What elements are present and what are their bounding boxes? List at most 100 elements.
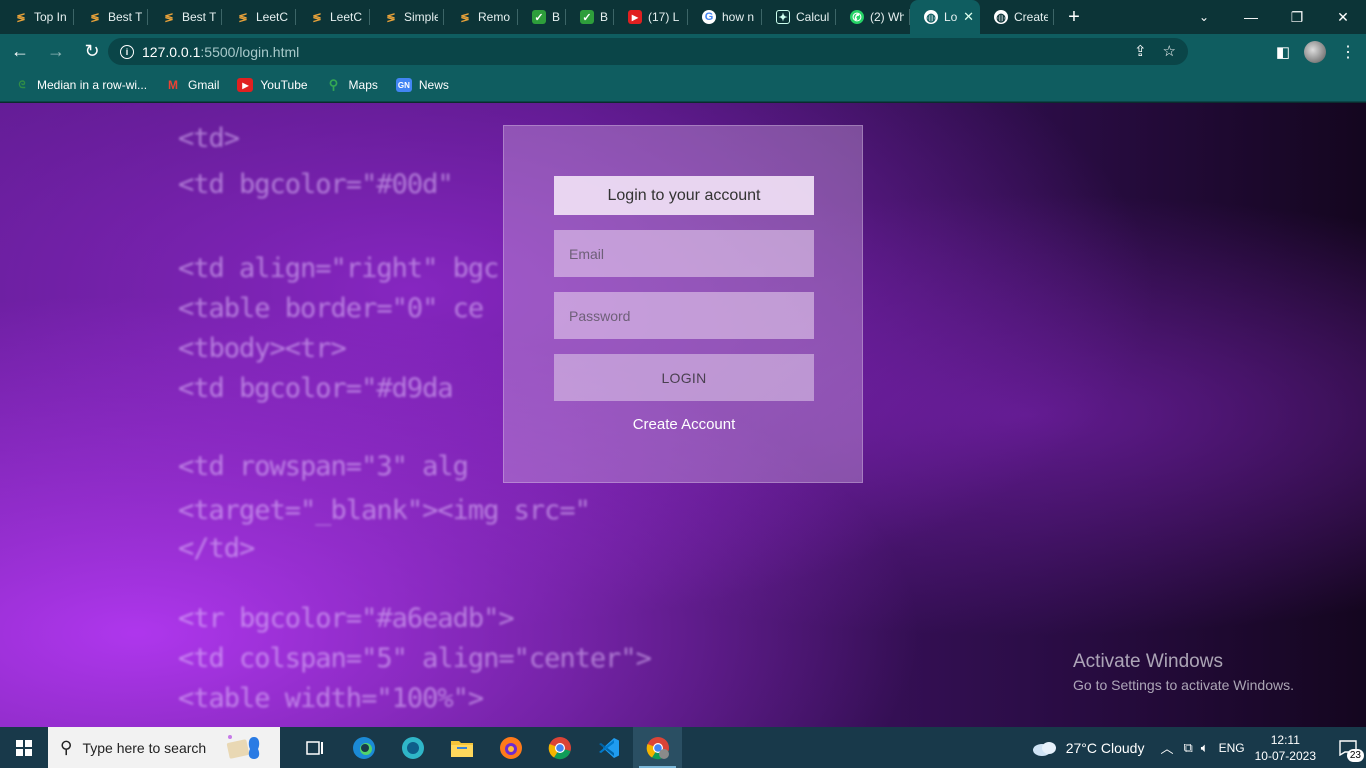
- tab[interactable]: Ghow n: [688, 0, 762, 34]
- profile-avatar[interactable]: [1304, 40, 1326, 63]
- show-hidden-icons[interactable]: ︿: [1160, 738, 1173, 757]
- watermark-heading: Activate Windows: [1073, 651, 1223, 672]
- start-button[interactable]: [0, 727, 48, 768]
- tab[interactable]: ≶ Best T: [148, 0, 222, 34]
- codingninjas-icon: ≶: [386, 11, 396, 24]
- file-explorer-icon[interactable]: [437, 727, 486, 768]
- notification-center-icon[interactable]: 23: [1330, 727, 1366, 768]
- edge-beta-icon[interactable]: [388, 727, 437, 768]
- watermark-subtext: Go to Settings to activate Windows.: [1073, 677, 1294, 693]
- gfg-icon: ᘓ: [18, 79, 26, 91]
- share-icon[interactable]: ⇪: [1134, 42, 1147, 60]
- background-code-line: <tbody><tr>: [178, 333, 347, 364]
- background-code-line: <td bgcolor="#d9da: [178, 373, 454, 404]
- vscode-icon[interactable]: [584, 727, 633, 768]
- codingninjas-icon: ≶: [460, 11, 470, 24]
- taskbar-search[interactable]: ⚲ Type here to search: [48, 727, 280, 768]
- clock-date: 10-07-2023: [1254, 748, 1316, 763]
- background-code-line: <td>: [178, 123, 240, 154]
- bookmark-star-icon[interactable]: ☆: [1163, 42, 1176, 60]
- background-code-line: <td rowspan="3" alg: [178, 451, 469, 482]
- login-title: Login to your account: [554, 176, 814, 215]
- minimize-icon[interactable]: —: [1228, 0, 1274, 34]
- restore-icon[interactable]: ❐: [1274, 0, 1320, 34]
- tab[interactable]: ≶ Best T: [74, 0, 148, 34]
- clock[interactable]: 12:11 10-07-2023: [1255, 732, 1316, 764]
- tab[interactable]: ✦ Calcul: [762, 0, 836, 34]
- bookmarks-bar: ᘓ Median in a row-wi... M Gmail ▶ YouTube ⚲…: [0, 69, 1366, 102]
- task-view-icon[interactable]: [290, 727, 339, 768]
- youtube-icon: ▶: [628, 10, 642, 24]
- firefox-icon[interactable]: [486, 727, 535, 768]
- tab[interactable]: ≶ LeetC: [296, 0, 370, 34]
- windows-logo-icon: [16, 739, 32, 756]
- address-bar[interactable]: i 127.0.0.1:5500/login.html ⇪ ☆: [108, 38, 1188, 65]
- tab[interactable]: ≶ LeetC: [222, 0, 296, 34]
- gmail-icon: M: [168, 78, 179, 92]
- tab[interactable]: ▶ (17) L: [614, 0, 688, 34]
- bookmark-item[interactable]: ▶ YouTube: [237, 78, 308, 92]
- news-icon: GN: [395, 78, 412, 92]
- windows-taskbar: ⚲ Type here to search 27°C Cloudy ︿ ⧉ 🔈︎…: [0, 727, 1366, 768]
- chrome-icon[interactable]: [535, 727, 584, 768]
- bookmark-item[interactable]: M Gmail: [165, 78, 219, 92]
- bookmark-item[interactable]: GN News: [395, 78, 449, 92]
- taskbar-apps: [290, 727, 682, 768]
- search-icon: ⚲: [60, 737, 73, 757]
- password-input[interactable]: [554, 292, 814, 339]
- background-code-line: <table border="0" ce: [178, 293, 484, 324]
- login-button[interactable]: LOGIN: [554, 354, 814, 401]
- tab[interactable]: ✓Be: [518, 0, 566, 34]
- bookmark-item[interactable]: ᘓ Median in a row-wi...: [14, 78, 147, 92]
- google-icon: G: [702, 10, 716, 24]
- tab[interactable]: ≶ Top In: [0, 0, 74, 34]
- tab[interactable]: ≶ Remo: [444, 0, 518, 34]
- menu-icon[interactable]: ⋮: [1340, 42, 1356, 62]
- tab[interactable]: ✆ (2) Wh: [836, 0, 910, 34]
- email-input[interactable]: [554, 230, 814, 277]
- tab-active[interactable]: ◍ Lo ✕: [910, 0, 980, 34]
- chrome-profile-icon[interactable]: [633, 727, 682, 768]
- globe-icon: ◍: [994, 10, 1008, 24]
- activate-windows-watermark: Activate Windows Go to Settings to activ…: [1073, 651, 1294, 693]
- toolbar-right: ◧ ⋮: [1276, 34, 1366, 69]
- tab-strip: ≶ Top In ≶ Best T ≶ Best T ≶ LeetC ≶ LeetC ≶ S…: [0, 0, 1366, 34]
- search-highlight-icon: [226, 735, 260, 759]
- background-code-line: <table width="100%">: [178, 683, 484, 714]
- bookmark-item[interactable]: ⚲ Maps: [326, 77, 378, 92]
- weather-text: 27°C Cloudy: [1065, 739, 1145, 756]
- close-window-icon[interactable]: ✕: [1320, 0, 1366, 34]
- codingninjas-icon: ≶: [238, 11, 248, 24]
- chatgpt-icon: ✦: [776, 10, 790, 24]
- back-icon[interactable]: ←: [4, 36, 36, 68]
- browser-toolbar: ← → ↻ i 127.0.0.1:5500/login.html ⇪ ☆: [0, 34, 1366, 69]
- notification-badge: 23: [1346, 749, 1364, 762]
- codingninjas-icon: ≶: [312, 11, 322, 24]
- codingninjas-icon: ≶: [90, 11, 100, 24]
- language-indicator[interactable]: ENG: [1219, 741, 1245, 755]
- close-tab-icon[interactable]: ✕: [963, 9, 974, 25]
- weather-widget[interactable]: 27°C Cloudy: [1032, 739, 1145, 757]
- create-account-link[interactable]: Create Account: [504, 416, 864, 433]
- background-code-line: <td bgcolor="#00d": [178, 169, 454, 200]
- reload-icon[interactable]: ↻: [76, 36, 108, 68]
- background-code-line: <target="_blank"><img src=": [178, 495, 591, 526]
- checkbox-icon: ✓: [580, 10, 594, 24]
- speaker-icon[interactable]: 🔈︎: [1201, 740, 1209, 756]
- background-code-line: <tr bgcolor="#a6eadb">: [178, 603, 515, 634]
- url-path: :5500/login.html: [200, 43, 300, 60]
- side-panel-icon[interactable]: ◧: [1276, 43, 1290, 61]
- url-host: 127.0.0.1: [142, 43, 201, 60]
- new-tab-button[interactable]: +: [1054, 0, 1094, 34]
- tab[interactable]: ◍ Create: [980, 0, 1054, 34]
- tab[interactable]: ✓Be: [566, 0, 614, 34]
- forward-icon[interactable]: →: [40, 36, 72, 68]
- tab-search-icon[interactable]: ⌄: [1192, 0, 1216, 34]
- tab[interactable]: ≶ Simple: [370, 0, 444, 34]
- system-tray: 27°C Cloudy ︿ ⧉ 🔈︎ ENG 12:11 10-07-2023 …: [1032, 727, 1366, 768]
- site-info-icon[interactable]: i: [120, 44, 134, 59]
- meet-now-icon[interactable]: ⧉: [1183, 740, 1192, 756]
- codingninjas-icon: ≶: [164, 11, 174, 24]
- omnibox-actions: ⇪ ☆: [1134, 42, 1176, 60]
- edge-icon[interactable]: [339, 727, 388, 768]
